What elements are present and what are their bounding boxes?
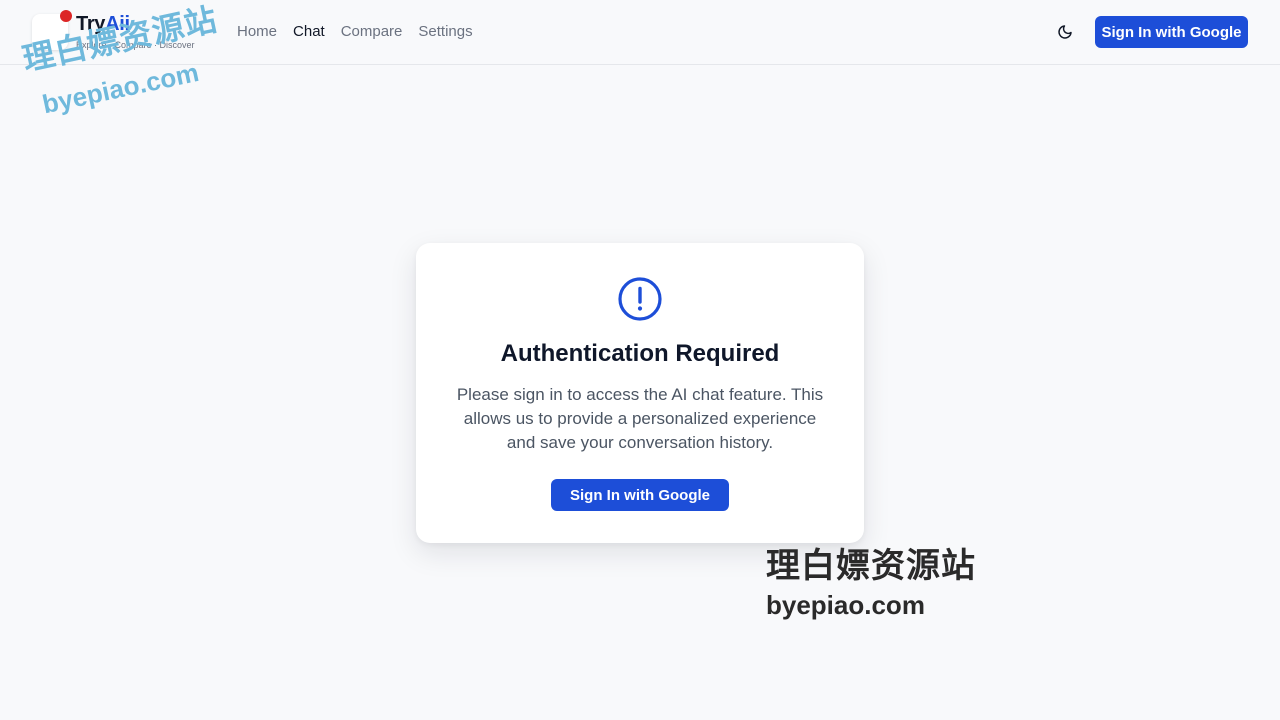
card-title: Authentication Required xyxy=(500,340,780,367)
theme-toggle-button[interactable] xyxy=(1052,19,1078,45)
watermark-top-en: byepiao.com xyxy=(39,56,202,120)
card-signin-button[interactable]: Sign In with Google xyxy=(551,479,729,511)
auth-required-card: Authentication Required Please sign in t… xyxy=(416,243,864,543)
exclamation-circle-icon xyxy=(618,277,662,321)
nav-settings[interactable]: Settings xyxy=(418,23,472,40)
nav-home[interactable]: Home xyxy=(237,23,277,40)
brand-name[interactable]: TryAii xyxy=(76,13,130,36)
moon-icon xyxy=(1058,25,1072,39)
nav-compare[interactable]: Compare xyxy=(341,23,403,40)
brand-accent: Aii xyxy=(105,13,130,35)
notification-dot xyxy=(60,10,72,22)
watermark-bottom-en: byepiao.com xyxy=(766,590,925,620)
nav-chat[interactable]: Chat xyxy=(293,23,325,40)
main-nav: Home Chat Compare Settings xyxy=(237,23,473,40)
watermark-bottom-cn: 理白嫖资源站 xyxy=(766,547,976,585)
top-navbar: TryAii Explore · Compare · Discover Home… xyxy=(0,0,1280,65)
brand-tagline: Explore · Compare · Discover xyxy=(76,40,195,50)
card-message: Please sign in to access the AI chat fea… xyxy=(456,385,824,452)
page: TryAii Explore · Compare · Discover Home… xyxy=(0,0,1280,720)
brand-prefix: Try xyxy=(76,13,106,35)
header-signin-button[interactable]: Sign In with Google xyxy=(1095,16,1248,48)
watermark-bottom-right: 理白嫖资源站 byepiao.com xyxy=(766,538,1006,628)
